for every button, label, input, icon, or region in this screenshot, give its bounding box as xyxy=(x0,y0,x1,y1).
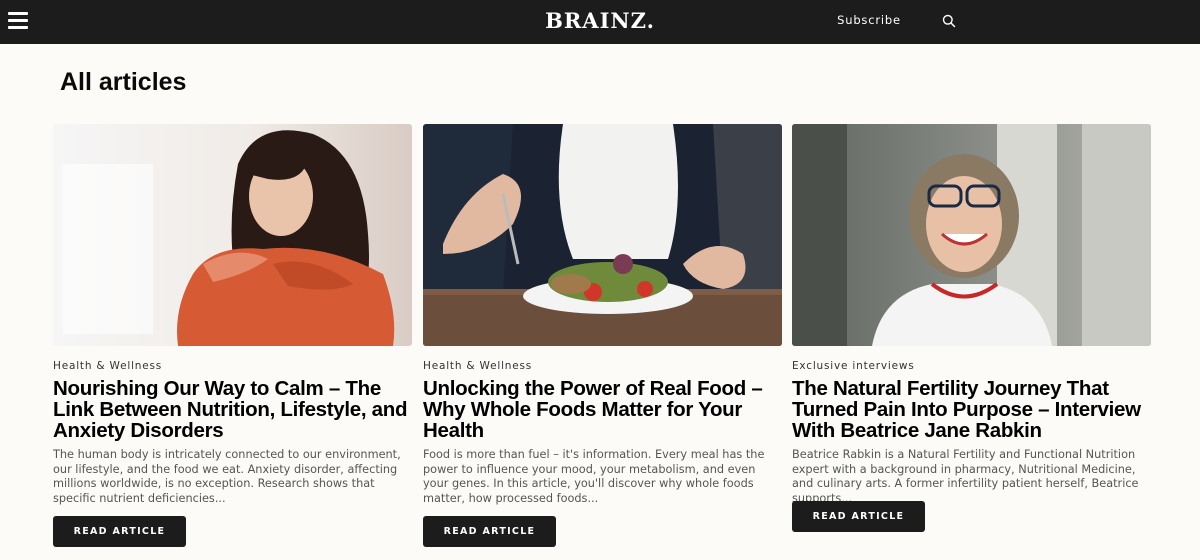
read-article-button[interactable]: READ ARTICLE xyxy=(423,516,556,547)
read-article-button[interactable]: READ ARTICLE xyxy=(53,516,186,547)
page-title: All articles xyxy=(60,68,187,96)
article-thumbnail[interactable] xyxy=(792,124,1151,346)
article-thumbnail[interactable] xyxy=(423,124,782,346)
subscribe-link[interactable]: Subscribe xyxy=(828,13,910,27)
article-category[interactable]: Health & Wellness xyxy=(423,360,532,372)
top-navigation-bar: BRAINZ. Subscribe xyxy=(0,0,1200,44)
article-thumbnail[interactable] xyxy=(53,124,412,346)
read-article-button[interactable]: READ ARTICLE xyxy=(792,501,925,532)
hamburger-menu-icon[interactable] xyxy=(8,10,30,32)
site-logo[interactable]: BRAINZ. xyxy=(500,8,700,33)
article-title[interactable]: Nourishing Our Way to Calm – The Link Be… xyxy=(53,378,412,441)
article-title[interactable]: The Natural Fertility Journey That Turne… xyxy=(792,378,1151,441)
article-category[interactable]: Exclusive interviews xyxy=(792,360,915,372)
article-excerpt: The human body is intricately connected … xyxy=(53,448,401,506)
article-title[interactable]: Unlocking the Power of Real Food – Why W… xyxy=(423,378,782,441)
article-excerpt: Beatrice Rabkin is a Natural Fertility a… xyxy=(792,448,1139,506)
search-icon[interactable] xyxy=(942,14,956,28)
article-card: Health & Wellness Nourishing Our Way to … xyxy=(53,124,412,554)
article-excerpt: Food is more than fuel – it's informatio… xyxy=(423,448,765,506)
article-category[interactable]: Health & Wellness xyxy=(53,360,162,372)
article-card: Health & Wellness Unlocking the Power of… xyxy=(423,124,782,554)
article-card: Exclusive interviews The Natural Fertili… xyxy=(792,124,1151,554)
